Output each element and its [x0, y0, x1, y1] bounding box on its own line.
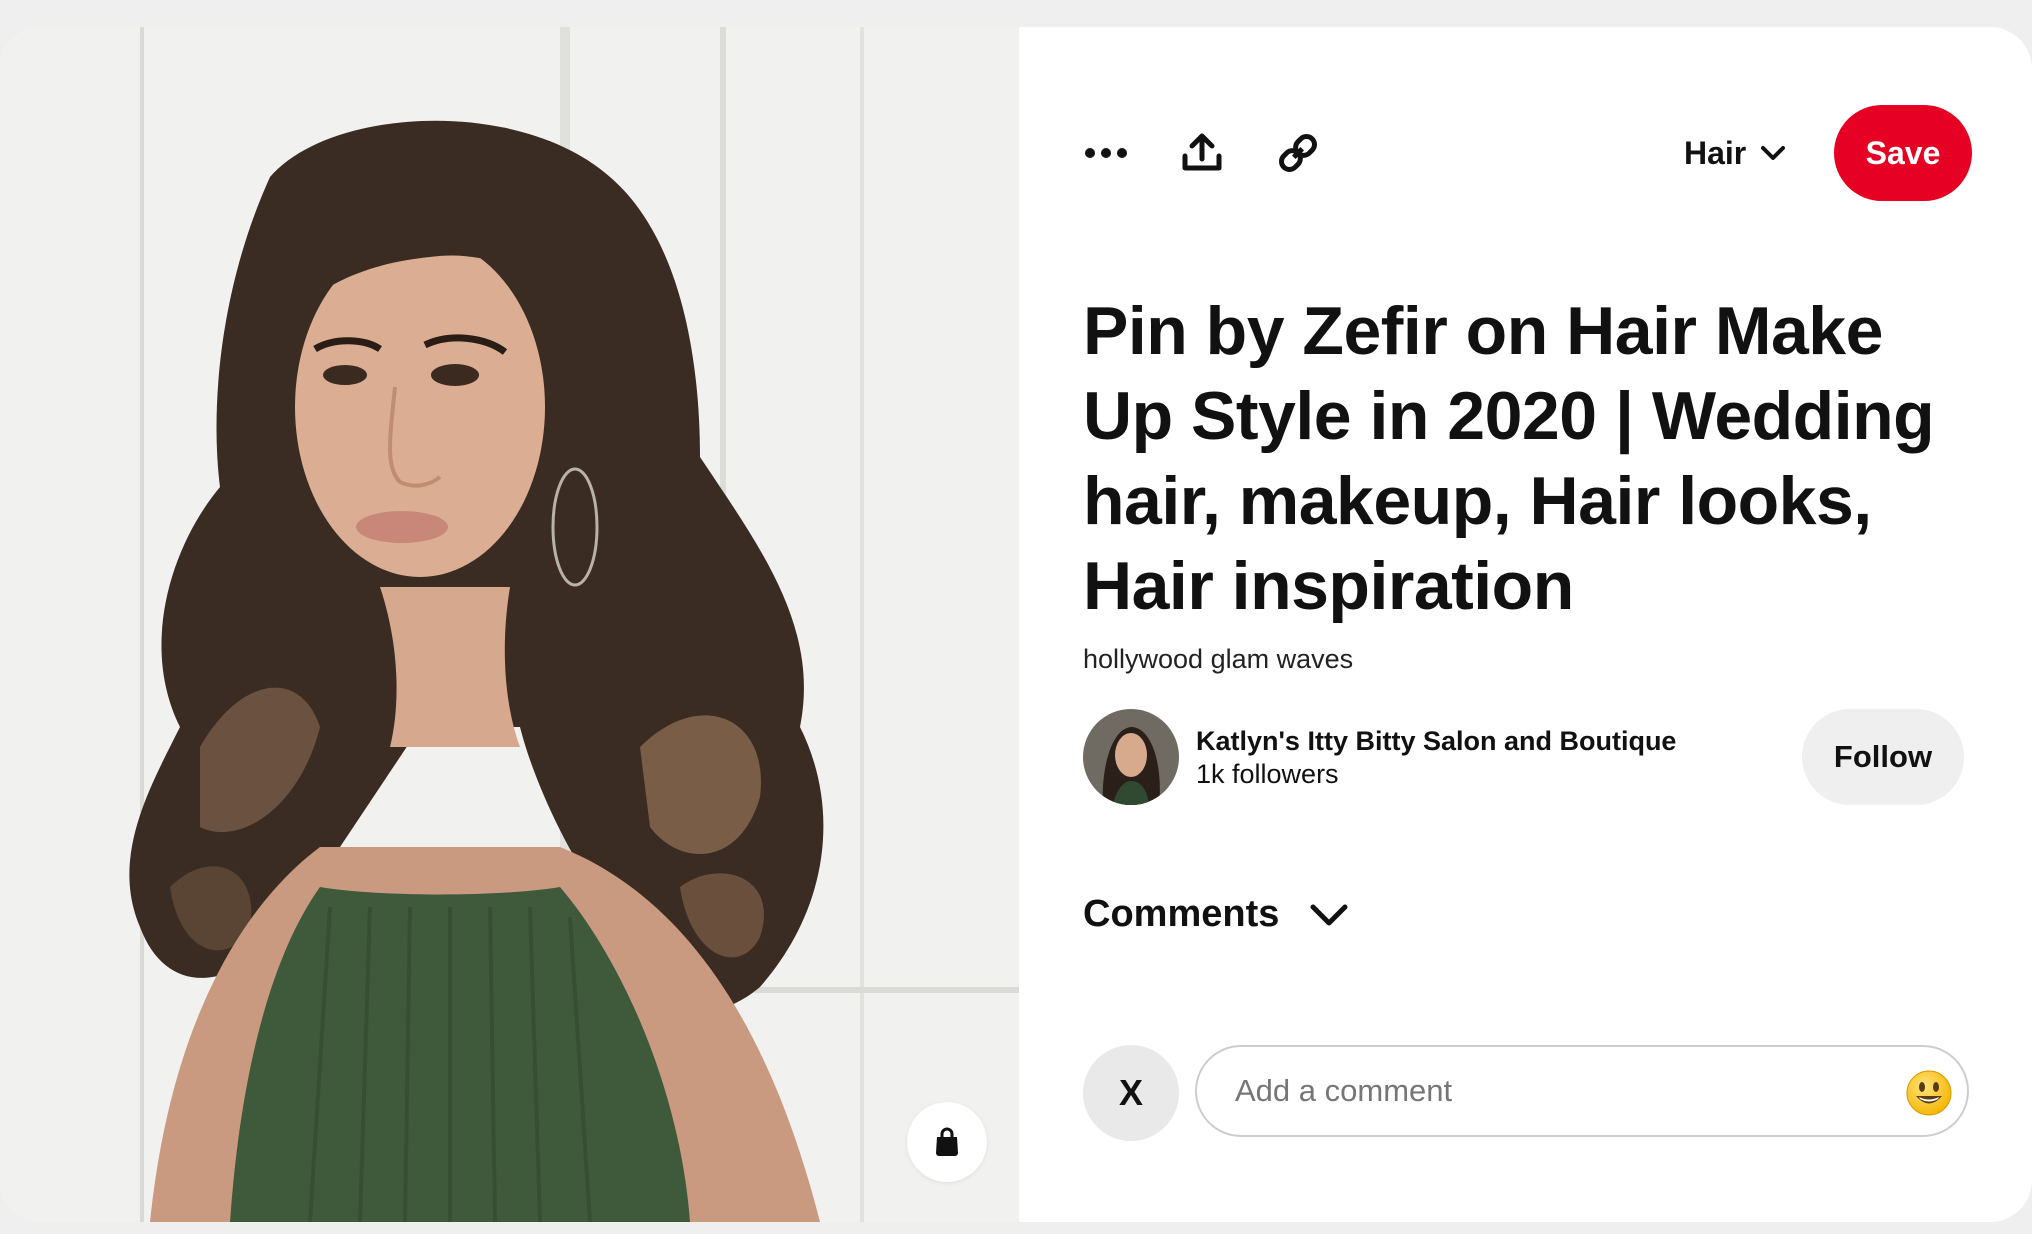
pin-closeup-card: Hair Save Pin by Zefir on Hair Make Up S… — [0, 27, 2032, 1222]
comments-toggle[interactable]: Comments — [1083, 893, 1349, 936]
follow-button[interactable]: Follow — [1802, 709, 1964, 805]
comments-label: Comments — [1083, 893, 1280, 935]
comment-input[interactable] — [1233, 1072, 1857, 1110]
creator-avatar[interactable] — [1083, 709, 1179, 805]
share-upload-icon — [1182, 133, 1222, 171]
pin-details-panel: Hair Save Pin by Zefir on Hair Make Up S… — [1019, 27, 2032, 1222]
chevron-down-icon — [1310, 904, 1348, 925]
creator-followers: 1k followers — [1196, 759, 1339, 789]
page: Hair Save Pin by Zefir on Hair Make Up S… — [0, 0, 2032, 1234]
smiley-emoji-icon[interactable] — [1905, 1069, 1953, 1117]
board-selector[interactable]: Hair — [1684, 125, 1786, 181]
pin-photo-illustration — [0, 27, 1019, 1222]
comment-box[interactable] — [1195, 1045, 1969, 1137]
ellipsis-icon — [1085, 148, 1127, 158]
creator-name[interactable]: Katlyn's Itty Bitty Salon and Boutique — [1196, 724, 1676, 758]
pin-description: hollywood glam waves — [1083, 644, 1354, 674]
chevron-down-icon — [1761, 146, 1786, 160]
save-button[interactable]: Save — [1834, 105, 1972, 201]
pin-toolbar: Hair Save — [1019, 105, 1979, 201]
board-label: Hair — [1684, 134, 1747, 171]
link-icon — [1279, 134, 1317, 172]
share-button[interactable] — [1157, 105, 1247, 201]
pin-image[interactable] — [0, 27, 1019, 1222]
add-comment-row: X — [1083, 1045, 1993, 1141]
creator-info: Katlyn's Itty Bitty Salon and Boutique 1… — [1083, 709, 1676, 805]
pin-title: Pin by Zefir on Hair Make Up Style in 20… — [1083, 293, 1935, 624]
avatar-image — [1083, 709, 1179, 805]
user-avatar[interactable]: X — [1083, 1045, 1179, 1141]
copy-link-button[interactable] — [1253, 105, 1343, 201]
shop-bag-button[interactable] — [907, 1102, 987, 1182]
shopping-bag-icon — [936, 1127, 958, 1156]
more-options-button[interactable] — [1061, 105, 1151, 201]
creator-text: Katlyn's Itty Bitty Salon and Boutique 1… — [1196, 724, 1676, 790]
